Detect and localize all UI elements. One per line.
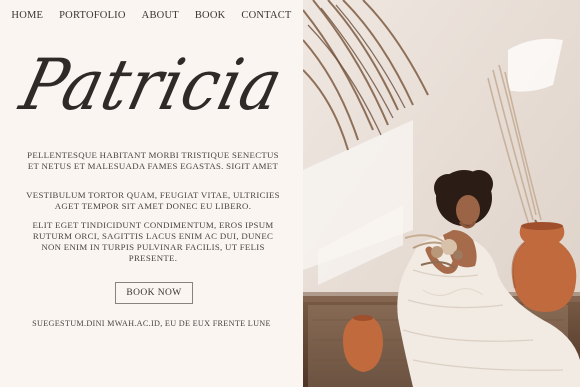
brand-name: Patricia [12,45,291,127]
hero-photo [303,0,580,387]
footer-text: suegestum.dini mwah.ac.id, eu de eux fre… [32,319,271,328]
intro-paragraph-2: Vestibulum tortor quam, feugiat vitae, u… [26,190,280,211]
nav-contact[interactable]: CONTACT [241,10,291,21]
nav-home[interactable]: HOME [11,10,43,21]
brand-logo: Patricia [0,40,303,140]
left-panel: HOME PORTOFOLIO ABOUT BOOK CONTACT Patri… [0,0,303,387]
top-nav: HOME PORTOFOLIO ABOUT BOOK CONTACT [0,10,303,21]
nav-portofolio[interactable]: PORTOFOLIO [59,10,126,21]
intro-paragraph-1: Pellentesque habitant morbi tristique se… [27,150,279,171]
intro-paragraph-3: Elit eget tindicidunt condimentum, eros … [32,220,274,263]
nav-book[interactable]: BOOK [195,10,226,21]
hero-photo-illustration [303,0,580,387]
book-now-button[interactable]: BOOK NOW [115,282,193,304]
page: HOME PORTOFOLIO ABOUT BOOK CONTACT Patri… [0,0,580,387]
nav-about[interactable]: ABOUT [142,10,179,21]
